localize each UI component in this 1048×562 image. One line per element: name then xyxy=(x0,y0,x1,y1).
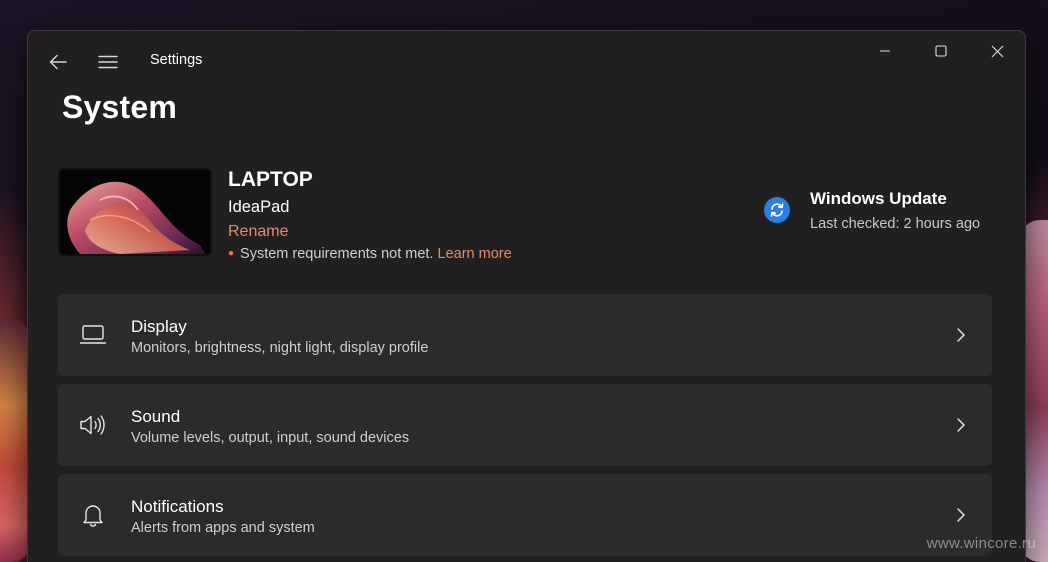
maximize-icon xyxy=(935,45,947,57)
maximize-button[interactable] xyxy=(913,31,969,71)
settings-item-display[interactable]: Display Monitors, brightness, night ligh… xyxy=(58,294,992,376)
chevron-right-icon xyxy=(952,505,970,525)
windows-update-status: Last checked: 2 hours ago xyxy=(810,216,981,232)
arrow-left-icon xyxy=(49,54,67,70)
device-model: IdeaPad xyxy=(228,198,290,216)
settings-item-sound[interactable]: Sound Volume levels, output, input, soun… xyxy=(58,384,992,466)
settings-item-title: Display xyxy=(131,317,187,336)
close-icon xyxy=(991,45,1003,57)
desktop-wallpaper-left xyxy=(0,320,30,562)
watermark-text: www.wincore.ru xyxy=(926,535,1036,552)
page-title: System xyxy=(62,89,178,125)
close-button[interactable] xyxy=(969,31,1025,71)
app-title: Settings xyxy=(150,52,203,68)
settings-item-subtitle: Monitors, brightness, night light, displ… xyxy=(131,340,429,356)
chevron-right-icon xyxy=(952,325,970,345)
chevron-right-icon xyxy=(952,415,970,435)
settings-item-subtitle: Volume levels, output, input, sound devi… xyxy=(131,430,410,446)
hamburger-icon xyxy=(98,55,118,69)
learn-more-link[interactable]: Learn more xyxy=(438,246,512,262)
speaker-icon xyxy=(78,411,108,439)
rename-link[interactable]: Rename xyxy=(228,223,288,241)
device-name: LAPTOP xyxy=(228,168,313,191)
requirements-text: System requirements not met. xyxy=(240,246,434,262)
settings-item-title: Sound xyxy=(131,407,181,426)
warning-dot-icon: ● xyxy=(228,248,235,259)
device-wallpaper-thumbnail xyxy=(58,168,212,256)
settings-item-title: Notifications xyxy=(131,497,224,516)
navigation-menu-button[interactable] xyxy=(90,45,126,79)
requirements-notice: ● System requirements not met. Learn more xyxy=(228,246,512,262)
settings-item-subtitle: Alerts from apps and system xyxy=(131,520,315,536)
title-bar: Settings xyxy=(28,31,1025,91)
back-button[interactable] xyxy=(40,45,76,79)
windows-update-link[interactable]: Windows Update xyxy=(810,189,947,209)
laptop-icon xyxy=(78,321,108,349)
bell-icon xyxy=(78,501,108,529)
minimize-icon xyxy=(880,50,890,52)
settings-item-notifications[interactable]: Notifications Alerts from apps and syste… xyxy=(58,474,992,556)
minimize-button[interactable] xyxy=(857,31,913,71)
sync-icon xyxy=(764,197,790,223)
settings-window: Settings System LAPTOP IdeaPad Rename ● … xyxy=(27,30,1026,562)
